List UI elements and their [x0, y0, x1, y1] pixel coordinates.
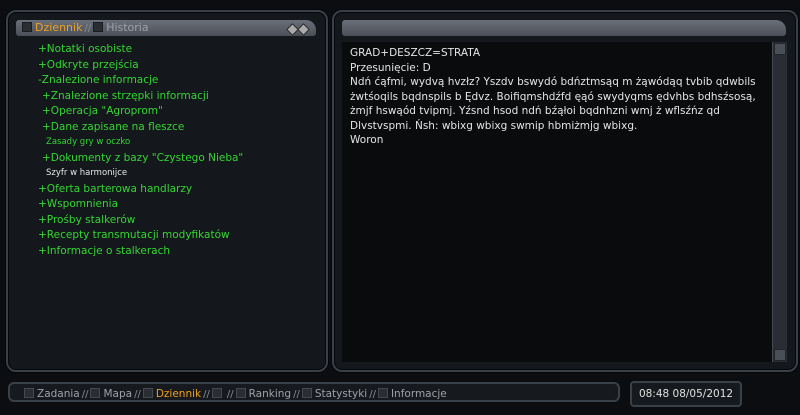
tree-item-recepty[interactable]: +Recepty transmutacji modyfikatów	[8, 228, 324, 244]
nav-informacje[interactable]: Informacje	[377, 384, 447, 404]
nav-separator: //	[293, 389, 300, 400]
tree-item-czyste-niebo[interactable]: +Dokumenty z bazy "Czystego Nieba"	[8, 151, 324, 167]
nav-marker-icon	[90, 388, 101, 398]
nav-separator: //	[369, 389, 376, 400]
nav-separator: //	[226, 389, 234, 400]
journal-tab-bar: Dziennik//Historia	[16, 20, 316, 36]
tree-item-fleszka[interactable]: +Dane zapisane na fleszce	[8, 120, 324, 136]
nav-ranking[interactable]: Ranking	[235, 384, 291, 404]
entry-header-bar	[342, 20, 786, 36]
journal-tree: +Notatki osobiste +Odkryte przejścia -Zn…	[8, 42, 324, 259]
entry-scrollbar[interactable]	[772, 42, 787, 362]
nav-marker-icon	[142, 388, 153, 398]
nav-marker-icon	[377, 388, 388, 398]
tree-item-strzepki[interactable]: +Znalezione strzępki informacji	[8, 89, 324, 105]
nav-zadania[interactable]: Zadania	[24, 384, 80, 404]
tab-marker-icon	[22, 22, 32, 32]
journal-entry-panel: GRAD+DESZCZ=STRATA Przesunięcie: D Ndń ć…	[332, 10, 798, 372]
nav-separator: //	[203, 389, 210, 400]
tree-item-prosby[interactable]: +Prośby stalkerów	[8, 213, 324, 229]
tab-dziennik[interactable]: Dziennik	[22, 20, 82, 36]
scroll-up-icon[interactable]	[774, 43, 786, 55]
tree-item-stalkerzy[interactable]: +Informacje o stalkerach	[8, 244, 324, 260]
entry-body: Ndń ćąfmi, wydvą hvzłz? Yszdv bswydó bdń…	[350, 76, 756, 132]
pda-bottom-nav: Zadania//Mapa//Dziennik////Ranking//Stat…	[8, 382, 620, 402]
nav-marker-icon	[24, 388, 34, 398]
tab-separator: //	[84, 23, 92, 34]
scroll-down-icon[interactable]	[774, 349, 786, 361]
entry-shift: Przesunięcie: D	[350, 61, 431, 74]
nav-mapa[interactable]: Mapa	[90, 384, 132, 404]
nav-separator: //	[134, 389, 141, 400]
nav-marker-icon	[211, 388, 222, 398]
tree-item-przejscia[interactable]: +Odkryte przejścia	[8, 58, 324, 74]
clock-display: 08:48 08/05/2012	[630, 381, 742, 407]
nav-statystyki[interactable]: Statystyki	[301, 384, 367, 404]
journal-tree-panel: Dziennik//Historia +Notatki osobiste +Od…	[6, 10, 328, 372]
tree-item-notatki[interactable]: +Notatki osobiste	[8, 42, 324, 58]
tab-historia[interactable]: Historia	[93, 20, 149, 36]
tree-item-oczko[interactable]: Zasady gry w oczko	[8, 135, 324, 151]
nav-separator: //	[81, 389, 89, 400]
nav-empty[interactable]	[211, 384, 225, 404]
nav-dziennik[interactable]: Dziennik	[142, 384, 201, 404]
tab-marker-icon	[93, 22, 104, 32]
entry-signature: Woron	[350, 134, 384, 146]
diamond-arrows-icon[interactable]	[286, 23, 310, 39]
tree-item-znalezione-informacje[interactable]: -Znalezione informacje	[8, 73, 324, 89]
tree-item-oferta[interactable]: +Oferta barterowa handlarzy	[8, 182, 324, 198]
tree-item-wspomnienia[interactable]: +Wspomnienia	[8, 197, 324, 213]
nav-marker-icon	[235, 388, 246, 398]
nav-marker-icon	[301, 388, 312, 398]
tree-item-agroprom[interactable]: +Operacja "Agroprom"	[8, 104, 324, 120]
entry-text-area: GRAD+DESZCZ=STRATA Przesunięcie: D Ndń ć…	[342, 42, 772, 362]
tree-item-szyfr-selected[interactable]: Szyfr w harmonijce	[8, 166, 324, 182]
entry-title: GRAD+DESZCZ=STRATA	[350, 47, 481, 59]
